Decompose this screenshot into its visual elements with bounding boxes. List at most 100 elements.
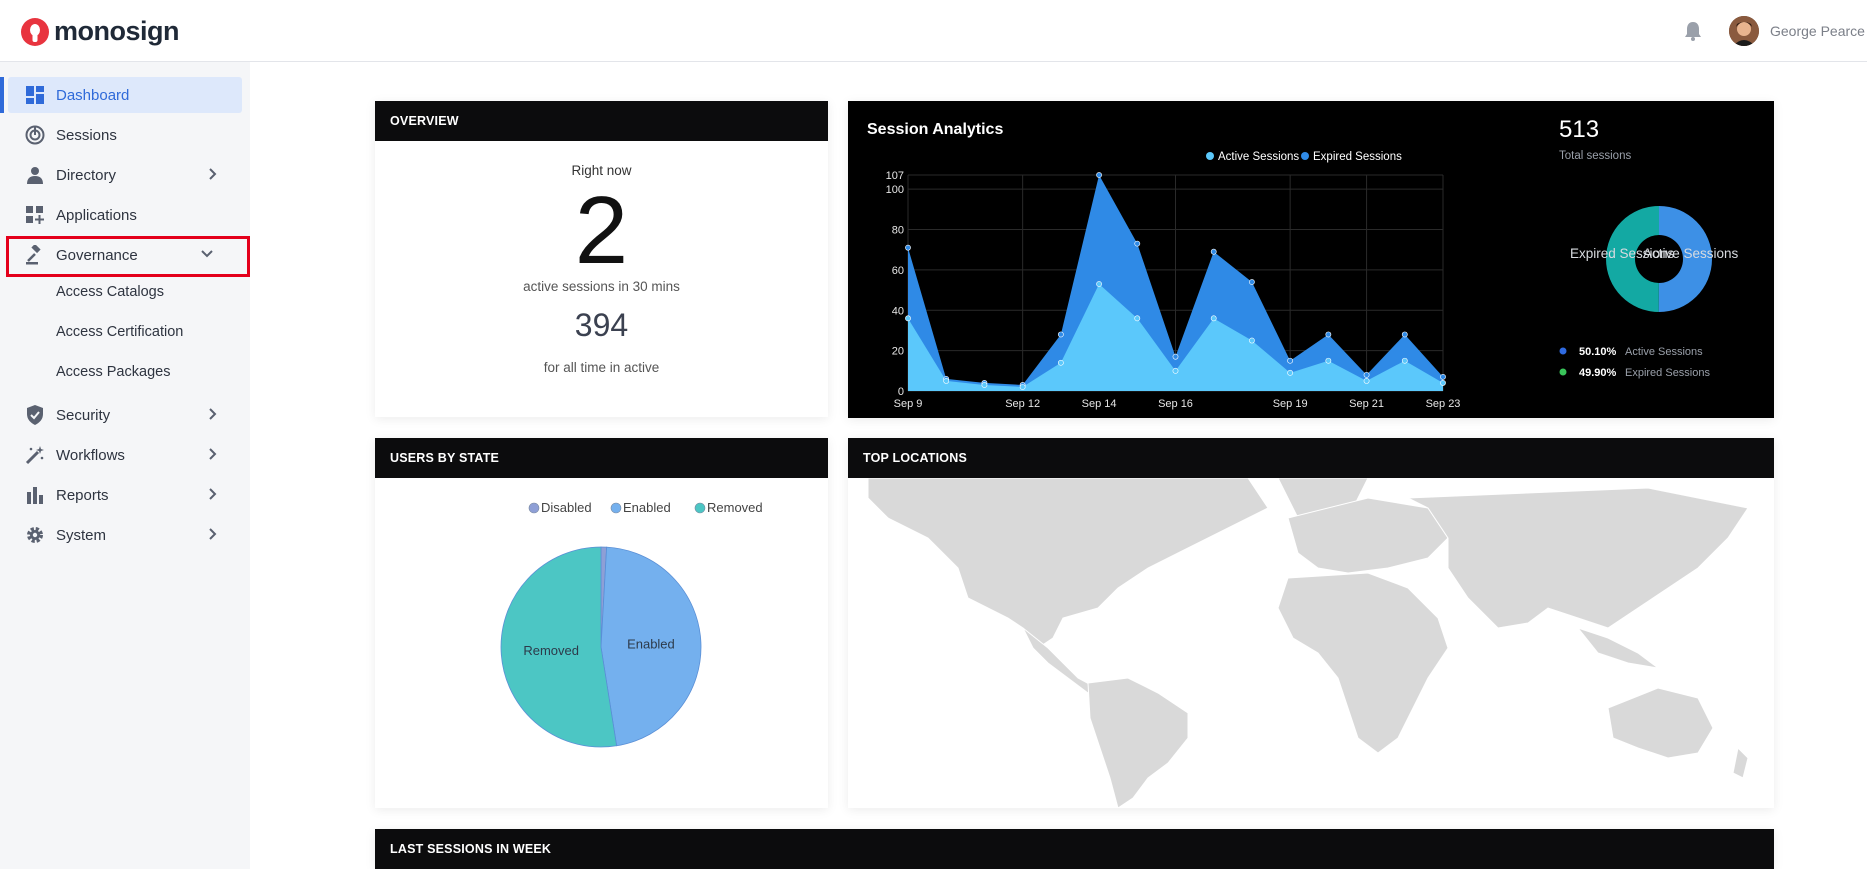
overview-card: OVERVIEW Right now 2 active sessions in … — [375, 101, 828, 417]
sidebar-subitem-access-catalogs[interactable]: Access Catalogs — [56, 284, 164, 300]
sidebar-item-label: Directory — [56, 166, 117, 184]
person-icon — [24, 164, 46, 186]
pie-slice-label: Removed — [523, 643, 579, 658]
shield-icon — [24, 404, 46, 426]
north-america-shape — [867, 478, 1269, 649]
pie-slice-label: Enabled — [627, 636, 675, 651]
data-point — [1096, 172, 1102, 178]
data-point — [1401, 331, 1408, 338]
x-tick-label: Sep 12 — [1005, 398, 1040, 410]
brand-logo[interactable]: monosign — [20, 16, 180, 47]
sidebar-item-label: Sessions — [56, 126, 117, 144]
card-title: LAST SESSIONS IN WEEK — [375, 829, 1774, 869]
session-analytics-card: Session Analytics Active Sessions Expired… — [848, 101, 1774, 418]
total-session-count: 394 — [574, 307, 629, 343]
sidebar-item-sessions[interactable]: Sessions — [8, 117, 242, 153]
user-name[interactable]: George Pearce — [1770, 23, 1865, 39]
y-tick-label: 0 — [898, 386, 904, 398]
chevron-right-icon — [209, 528, 217, 540]
sidebar-item-directory[interactable]: Directory — [8, 157, 242, 193]
total-sessions-count: 513 — [1559, 116, 1599, 143]
last-sessions-card: LAST SESSIONS IN WEEK — [375, 829, 1774, 869]
x-tick-label: Sep 23 — [1426, 398, 1461, 410]
legend-label: Enabled — [623, 500, 671, 515]
sidebar-item-system[interactable]: System — [8, 517, 242, 553]
data-point — [1249, 337, 1255, 344]
legend-dot-active — [1559, 347, 1567, 355]
y-tick-label: 40 — [892, 305, 904, 317]
data-point — [1325, 331, 1332, 338]
donut-label-active: Active Sessions — [1643, 246, 1739, 261]
legend-label: Disabled — [541, 500, 592, 515]
legend-label: Active Sessions — [1218, 151, 1299, 163]
active-session-count: 2 — [574, 177, 629, 284]
australia-shape — [1607, 687, 1714, 759]
user-avatar[interactable] — [1729, 16, 1759, 46]
sidebar-item-applications[interactable]: Applications — [8, 197, 242, 233]
sidebar: Dashboard Sessions Directory Application… — [0, 62, 250, 869]
data-point — [1325, 357, 1332, 364]
right-now-label: Right now — [571, 163, 632, 178]
total-sessions-caption: Total sessions — [1559, 150, 1631, 162]
asia-shape — [1407, 487, 1749, 629]
data-point — [1172, 367, 1179, 374]
users-by-state-chart: Disabled Enabled Removed Enabled Removed — [500, 500, 763, 748]
y-tick-label: 20 — [892, 346, 904, 358]
sidebar-subitem-access-certification[interactable]: Access Certification — [56, 324, 183, 340]
world-map[interactable] — [848, 478, 1774, 808]
y-tick-label: 100 — [886, 184, 904, 196]
y-tick-label: 107 — [886, 170, 904, 182]
data-point — [1172, 353, 1179, 360]
data-point — [1287, 369, 1294, 376]
data-point — [1096, 281, 1102, 287]
x-tick-label: Sep 9 — [894, 398, 923, 410]
data-point — [1210, 315, 1217, 322]
data-point — [1210, 248, 1217, 255]
sidebar-item-label: Workflows — [56, 446, 125, 464]
data-point — [1057, 359, 1064, 366]
legend-label: Removed — [707, 500, 763, 515]
active-session-caption: active sessions in 30 mins — [523, 279, 680, 294]
bell-icon[interactable] — [1683, 20, 1703, 42]
sidebar-item-label: System — [56, 526, 107, 544]
data-point — [1134, 315, 1141, 322]
sidebar-subitem-access-packages[interactable]: Access Packages — [56, 364, 170, 380]
chart-title: Session Analytics — [867, 121, 1003, 138]
sessions-icon — [24, 124, 46, 146]
data-point — [943, 378, 950, 384]
sidebar-item-reports[interactable]: Reports — [8, 477, 242, 513]
data-point — [1019, 384, 1026, 390]
data-point — [1249, 279, 1255, 285]
expired-pct-label: Expired Sessions — [1625, 367, 1710, 379]
x-tick-label: Sep 14 — [1082, 398, 1117, 410]
southeast-asia-shape — [1576, 626, 1659, 669]
data-point — [1363, 371, 1370, 378]
wand-icon — [24, 444, 46, 466]
brand-name: monosign — [54, 16, 180, 46]
card-title: OVERVIEW — [375, 101, 828, 141]
data-point — [1057, 331, 1064, 338]
south-america-shape — [1087, 677, 1189, 808]
sidebar-item-security[interactable]: Security — [8, 397, 242, 433]
chevron-right-icon — [209, 488, 217, 500]
chevron-right-icon — [209, 408, 217, 420]
data-point — [905, 315, 911, 322]
data-point — [1363, 378, 1370, 384]
data-point — [1287, 357, 1294, 364]
legend-marker — [1206, 152, 1214, 160]
active-pct: 50.10% — [1579, 346, 1617, 358]
legend-marker — [694, 502, 706, 514]
data-point — [1440, 380, 1446, 386]
new-zealand-shape — [1732, 746, 1749, 779]
sidebar-item-workflows[interactable]: Workflows — [8, 437, 242, 473]
sidebar-item-dashboard[interactable]: Dashboard — [8, 77, 242, 113]
x-tick-label: Sep 21 — [1349, 398, 1384, 410]
legend-marker — [528, 502, 540, 514]
gear-icon — [24, 524, 46, 546]
legend-marker — [1301, 152, 1309, 160]
sidebar-item-label: Reports — [56, 486, 109, 504]
data-point — [1401, 357, 1408, 364]
users-by-state-card: USERS BY STATE Disabled Enabled Removed En… — [375, 438, 828, 808]
chevron-right-icon — [209, 168, 217, 180]
monosign-logo-icon — [21, 17, 49, 46]
